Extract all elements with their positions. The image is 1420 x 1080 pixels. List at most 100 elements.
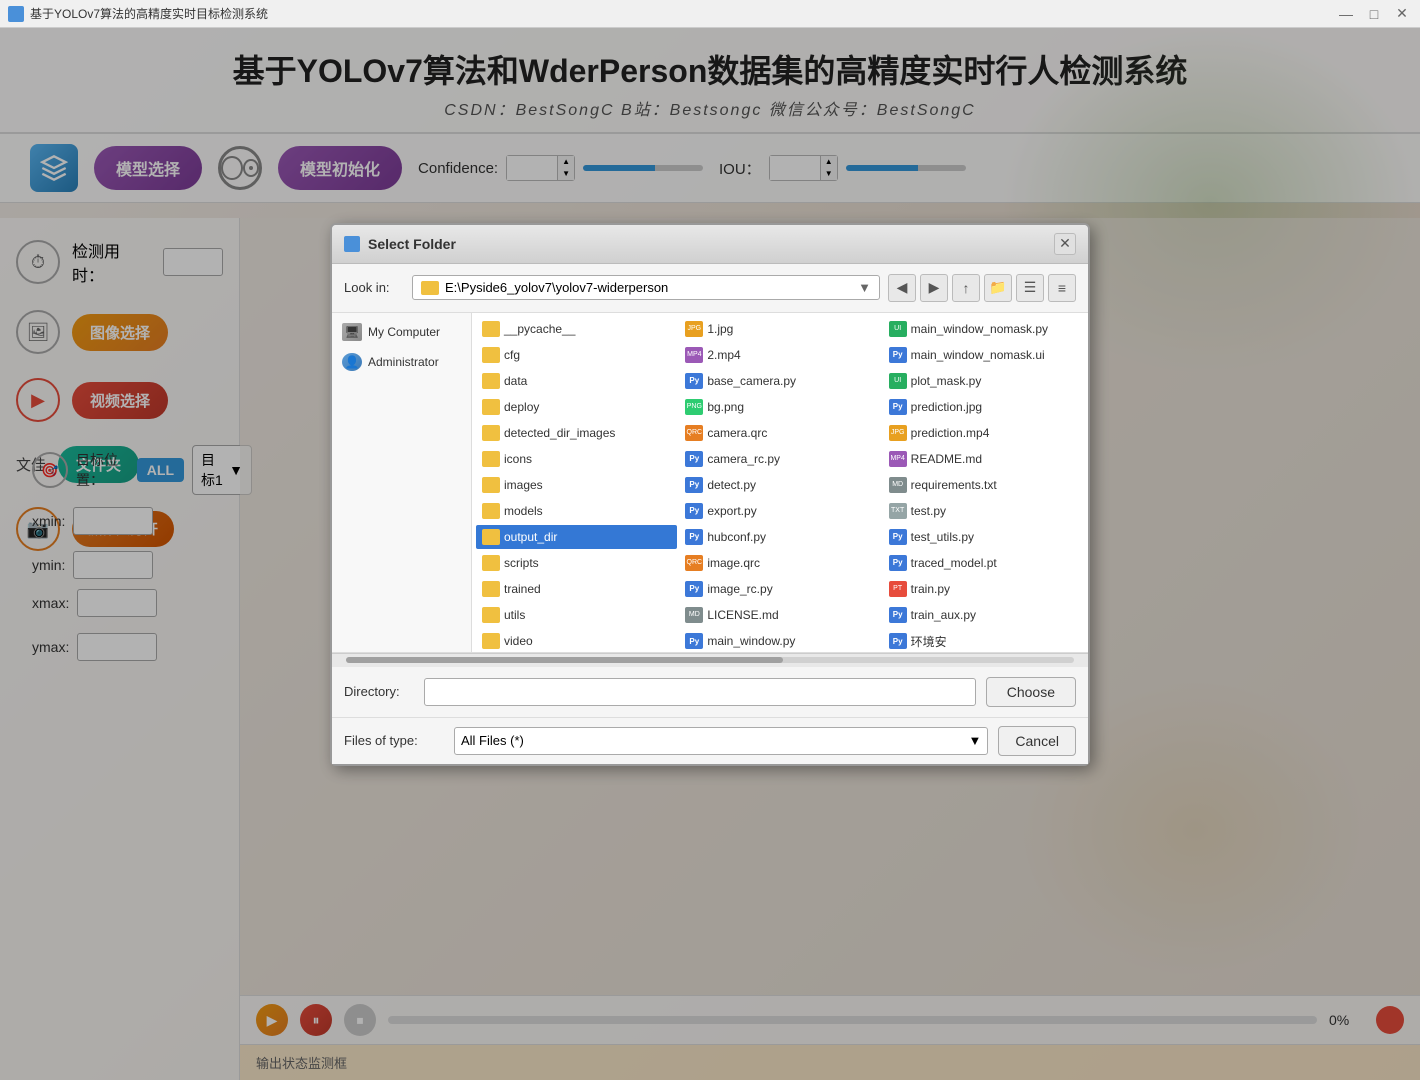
nav-back-btn[interactable]: ◀: [888, 274, 916, 302]
file-train[interactable]: Py train_aux.py: [883, 603, 1084, 627]
py-mainwindow-icon: Py: [685, 633, 703, 649]
file-cameraqrc[interactable]: QRC camera.qrc: [679, 421, 880, 445]
file-hubconf-name: hubconf.py: [707, 530, 766, 544]
folder-utils-icon: [482, 607, 500, 623]
file-mainwindow-nomask-py[interactable]: Py main_window_nomask.ui: [883, 343, 1084, 367]
file-1jpg[interactable]: JPG 1.jpg: [679, 317, 880, 341]
look-in-dropdown-arrow[interactable]: ▼: [858, 280, 871, 295]
create-folder-btn[interactable]: 📁: [984, 274, 1012, 302]
py-testutils-icon: Py: [889, 555, 907, 571]
folder-trained-icon: [482, 581, 500, 597]
file-tracedmodel-name: train.py: [911, 582, 950, 596]
file-trained[interactable]: trained: [476, 577, 677, 601]
file-tracedmodel[interactable]: PT train.py: [883, 577, 1084, 601]
nav-up-btn[interactable]: ↑: [952, 274, 980, 302]
file-2mp4-name: 2.mp4: [707, 348, 740, 362]
scroll-thumb[interactable]: [346, 657, 783, 663]
file-trainaux[interactable]: Py 环境安: [883, 629, 1084, 652]
app-icon: [8, 6, 24, 22]
file-plotmask-name: prediction.jpg: [911, 400, 982, 414]
place-item-computer[interactable]: 🖥 My Computer: [332, 317, 471, 347]
file-basecamera[interactable]: Py base_camera.py: [679, 369, 880, 393]
file-mainwindow-py-name: main_window.py: [707, 634, 795, 648]
file-video[interactable]: video: [476, 629, 677, 652]
file-mainwindow-nomask-ui[interactable]: UI plot_mask.py: [883, 369, 1084, 393]
file-deploy[interactable]: deploy: [476, 395, 677, 419]
file-requirements-name: test.py: [911, 504, 946, 518]
file-utils[interactable]: utils: [476, 603, 677, 627]
file-license[interactable]: MD LICENSE.md: [679, 603, 880, 627]
file-icons-name: icons: [504, 452, 532, 466]
md-readme-icon: MD: [889, 477, 907, 493]
h-scrollbar[interactable]: [332, 653, 1088, 667]
file-hubconf[interactable]: Py hubconf.py: [679, 525, 880, 549]
file-cameraqrc-name: camera.qrc: [707, 426, 767, 440]
file-imagerc[interactable]: Py image_rc.py: [679, 577, 880, 601]
file-models[interactable]: models: [476, 499, 677, 523]
file-scripts[interactable]: scripts: [476, 551, 677, 575]
py-train-icon: Py: [889, 607, 907, 623]
file-camerarc[interactable]: Py camera_rc.py: [679, 447, 880, 471]
file-camerarc-name: camera_rc.py: [707, 452, 780, 466]
file-predictionjpg-name: prediction.mp4: [911, 426, 990, 440]
minimize-btn[interactable]: —: [1336, 4, 1356, 24]
file-detect[interactable]: Py detect.py: [679, 473, 880, 497]
file-mainwindow-ui[interactable]: UI main_window_nomask.py: [883, 317, 1084, 341]
files-grid: __pycache__ JPG 1.jpg UI main_window_nom…: [476, 317, 1084, 652]
file-train-name: train_aux.py: [911, 608, 976, 622]
file-readme[interactable]: MD requirements.txt: [883, 473, 1084, 497]
file-requirements[interactable]: TXT test.py: [883, 499, 1084, 523]
file-detected-dir[interactable]: detected_dir_images: [476, 421, 677, 445]
list-view-btn[interactable]: ☰: [1016, 274, 1044, 302]
dialog-close-btn[interactable]: ✕: [1054, 233, 1076, 255]
folder-cfg-icon: [482, 347, 500, 363]
filetype-combo[interactable]: All Files (*) ▼: [454, 727, 988, 755]
place-item-admin[interactable]: 👤 Administrator: [332, 347, 471, 377]
file-plotmask[interactable]: Py prediction.jpg: [883, 395, 1084, 419]
file-images[interactable]: images: [476, 473, 677, 497]
file-mainwindow-py[interactable]: Py main_window.py: [679, 629, 880, 652]
app-title: 基于YOLOv7算法的高精度实时目标检测系统: [30, 5, 268, 22]
choose-btn[interactable]: Choose: [986, 677, 1076, 707]
mp4-prediction-icon: MP4: [889, 451, 907, 467]
folder-icons-icon: [482, 451, 500, 467]
file-predictionjpg[interactable]: JPG prediction.mp4: [883, 421, 1084, 445]
look-in-combo[interactable]: E:\Pyside6_yolov7\yolov7-widerperson ▼: [412, 275, 880, 300]
scroll-track[interactable]: [346, 657, 1074, 663]
file-cfg-name: cfg: [504, 348, 520, 362]
folder-deploy-icon: [482, 399, 500, 415]
file-testutils-name: traced_model.pt: [911, 556, 997, 570]
file-bgpng[interactable]: PNG bg.png: [679, 395, 880, 419]
file-detected-dir-name: detected_dir_images: [504, 426, 615, 440]
file-imageqrc[interactable]: QRC image.qrc: [679, 551, 880, 575]
txt-req-icon: TXT: [889, 503, 907, 519]
file-2mp4[interactable]: MP4 2.mp4: [679, 343, 880, 367]
files-pane[interactable]: __pycache__ JPG 1.jpg UI main_window_nom…: [472, 313, 1088, 652]
file-readme-name: requirements.txt: [911, 478, 997, 492]
file-testutils[interactable]: Py traced_model.pt: [883, 551, 1084, 575]
dir-input[interactable]: [424, 678, 976, 706]
file-export[interactable]: Py export.py: [679, 499, 880, 523]
file-pycache[interactable]: __pycache__: [476, 317, 677, 341]
py-plotmask-icon: Py: [889, 399, 907, 415]
title-bar: 基于YOLOv7算法的高精度实时目标检测系统 — □ ✕: [0, 0, 1420, 28]
file-cfg[interactable]: cfg: [476, 343, 677, 367]
file-predictionmp4[interactable]: MP4 README.md: [883, 447, 1084, 471]
folder-detected-icon: [482, 425, 500, 441]
md-license-icon: MD: [685, 607, 703, 623]
user-icon: 👤: [342, 353, 362, 371]
file-test[interactable]: Py test_utils.py: [883, 525, 1084, 549]
window-close-btn[interactable]: ✕: [1392, 4, 1412, 24]
places-panel: 🖥 My Computer 👤 Administrator: [332, 313, 472, 652]
cancel-btn[interactable]: Cancel: [998, 726, 1076, 756]
nav-forward-btn[interactable]: ▶: [920, 274, 948, 302]
detail-view-btn[interactable]: ≡: [1048, 274, 1076, 302]
maximize-btn[interactable]: □: [1364, 4, 1384, 24]
dialog-toolbar-btns: ◀ ▶ ↑ 📁 ☰ ≡: [888, 274, 1076, 302]
dir-label: Directory:: [344, 684, 414, 699]
py-basecamera-icon: Py: [685, 373, 703, 389]
file-output-dir[interactable]: output_dir: [476, 525, 677, 549]
file-imageqrc-name: image.qrc: [707, 556, 760, 570]
file-data[interactable]: data: [476, 369, 677, 393]
file-icons[interactable]: icons: [476, 447, 677, 471]
